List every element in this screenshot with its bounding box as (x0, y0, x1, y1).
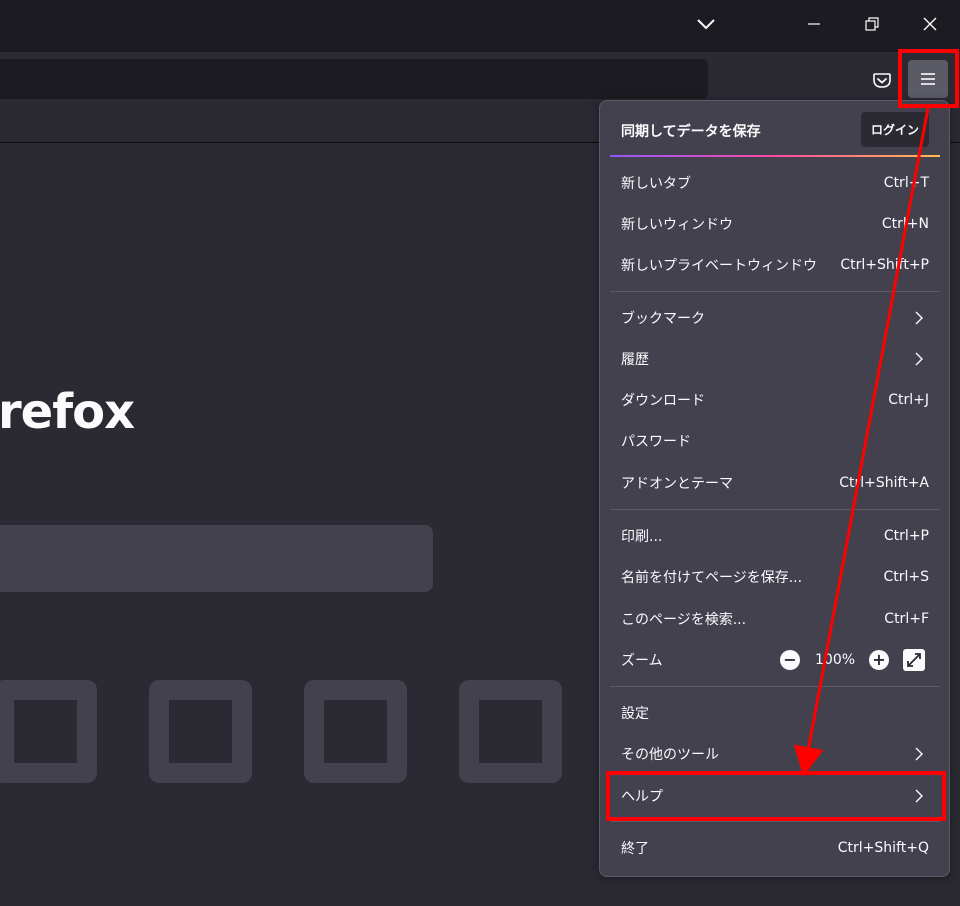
menu-item-label: 新しいタブ (621, 175, 691, 192)
top-site-tile[interactable] (304, 680, 407, 783)
menu-item-label: 新しいプライベートウィンドウ (621, 257, 817, 274)
zoom-out-button[interactable]: − (780, 649, 800, 670)
sync-divider (610, 155, 940, 157)
menu-item-find-in-page[interactable]: このページを検索... Ctrl+F (610, 598, 940, 639)
menu-item-label: アドオンとテーマ (621, 475, 733, 492)
fullscreen-button[interactable] (903, 648, 925, 671)
chevron-right-icon (915, 352, 923, 365)
menu-separator (610, 686, 940, 687)
menu-item-shortcut: Ctrl+T (883, 174, 929, 191)
menu-item-new-private-window[interactable]: 新しいプライベートウィンドウ Ctrl+Shift+P (610, 244, 940, 285)
menu-item-zoom: ズーム − 100% + (610, 639, 940, 680)
tab-list-button[interactable] (686, 6, 726, 42)
menu-item-shortcut: Ctrl+Shift+A (839, 474, 929, 491)
menu-item-more-tools[interactable]: その他のツール (610, 733, 940, 774)
minimize-button[interactable] (794, 6, 834, 42)
top-site-tile[interactable] (0, 680, 97, 783)
menu-item-settings[interactable]: 設定 (610, 692, 940, 733)
menu-item-label: パスワード (621, 433, 691, 450)
menu-item-label: ズーム (621, 652, 663, 669)
menu-item-shortcut: Ctrl+F (884, 610, 929, 627)
menu-separator (610, 821, 940, 822)
menu-item-exit[interactable]: 終了 Ctrl+Shift+Q (610, 827, 940, 868)
close-button[interactable] (910, 6, 950, 42)
menu-item-shortcut: Ctrl+S (883, 568, 929, 585)
menu-separator (610, 509, 940, 510)
menu-item-label: 新しいウィンドウ (621, 216, 733, 233)
menu-item-history[interactable]: 履歴 (610, 338, 940, 379)
menu-item-label: 履歴 (621, 351, 649, 368)
url-bar[interactable] (0, 59, 708, 99)
menu-item-print[interactable]: 印刷... Ctrl+P (610, 515, 940, 556)
menu-item-shortcut: Ctrl+J (888, 391, 929, 408)
menu-item-bookmarks[interactable]: ブックマーク (610, 297, 940, 338)
menu-item-downloads[interactable]: ダウンロード Ctrl+J (610, 379, 940, 420)
menu-separator (610, 291, 940, 292)
menu-item-new-window[interactable]: 新しいウィンドウ Ctrl+N (610, 203, 940, 244)
highlight-menu-button (898, 49, 959, 108)
new-tab-search-box[interactable] (0, 525, 433, 592)
login-button[interactable]: ログイン (861, 112, 929, 147)
close-icon (923, 17, 937, 31)
sync-title: 同期してデータを保存 (621, 124, 761, 140)
menu-item-label: その他のツール (621, 746, 719, 763)
menu-item-new-tab[interactable]: 新しいタブ Ctrl+T (610, 162, 940, 203)
chevron-down-icon (697, 19, 715, 30)
menu-item-addons-themes[interactable]: アドオンとテーマ Ctrl+Shift+A (610, 462, 940, 503)
menu-item-save-page-as[interactable]: 名前を付けてページを保存... Ctrl+S (610, 556, 940, 597)
title-bar (0, 0, 960, 52)
menu-item-label: 終了 (621, 840, 649, 857)
menu-item-shortcut: Ctrl+P (883, 527, 929, 544)
restore-button[interactable] (852, 6, 892, 42)
menu-item-passwords[interactable]: パスワード (610, 420, 940, 461)
minimize-icon (808, 23, 820, 25)
chevron-right-icon (915, 311, 923, 324)
menu-item-label: ブックマーク (621, 310, 705, 327)
menu-item-label: 名前を付けてページを保存... (621, 569, 803, 586)
pocket-icon (873, 73, 891, 88)
zoom-in-button[interactable]: + (869, 649, 889, 670)
fullscreen-icon (907, 652, 921, 667)
menu-item-shortcut: Ctrl+Shift+P (840, 256, 929, 273)
zoom-level[interactable]: 100% (815, 652, 855, 668)
restore-icon (865, 17, 879, 31)
menu-item-shortcut: Ctrl+N (881, 215, 929, 232)
menu-item-label: ダウンロード (621, 392, 705, 409)
firefox-wordmark: refox (0, 384, 135, 440)
top-site-tile[interactable] (459, 680, 562, 783)
chevron-right-icon (915, 747, 923, 760)
top-site-tile[interactable] (149, 680, 252, 783)
app-menu-panel: 同期してデータを保存 ログイン 新しいタブ Ctrl+T 新しいウィンドウ Ct… (599, 100, 950, 877)
highlight-help-item (606, 771, 946, 821)
menu-item-label: このページを検索... (621, 611, 747, 628)
menu-item-label: 印刷... (621, 528, 663, 545)
pocket-button[interactable] (868, 66, 896, 94)
menu-item-shortcut: Ctrl+Shift+Q (837, 839, 929, 856)
menu-item-label: 設定 (621, 705, 649, 722)
